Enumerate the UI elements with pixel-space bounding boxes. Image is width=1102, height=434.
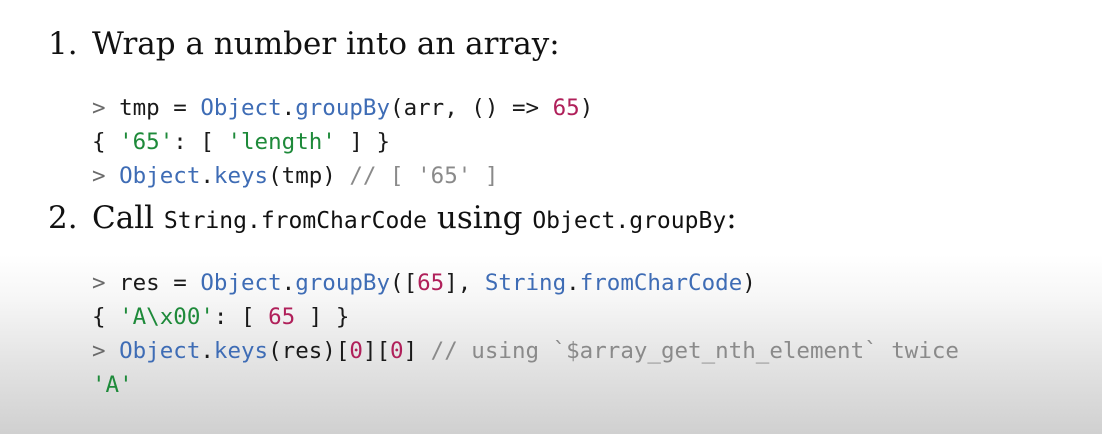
- code-token-str: '65': [119, 129, 174, 155]
- code-token-plain: ]: [403, 338, 431, 364]
- code-token-prompt: >: [92, 270, 120, 296]
- code-token-plain: ][: [362, 338, 391, 364]
- code-token-plain: .: [566, 270, 580, 296]
- item-1-heading: 1. Wrap a number into an array:: [48, 24, 560, 64]
- item-2-heading: 2. Call String.fromCharCode using Object.…: [48, 198, 737, 241]
- code-token-fn: keys: [213, 163, 269, 189]
- code-token-plain: .: [281, 95, 296, 121]
- code-token-prompt: >: [92, 95, 120, 121]
- code-token-plain: tmp =: [119, 95, 201, 121]
- code-token-plain: : [: [173, 129, 228, 155]
- code-token-num-lit: 65: [552, 95, 580, 121]
- code-token-plain: .: [200, 163, 214, 189]
- code-token-plain: .: [200, 338, 214, 364]
- item-2-heading-post: :: [726, 200, 737, 236]
- code-token-prompt: >: [92, 163, 120, 189]
- code-token-comment: // using `$array_get_nth_element` twice: [430, 338, 959, 364]
- code-token-fn: fromCharCode: [579, 270, 743, 296]
- code-token-plain: {: [92, 304, 120, 330]
- code-token-plain: ([: [390, 270, 418, 296]
- code-line: > Object.keys(tmp) // [ '65' ]: [92, 159, 593, 193]
- code-token-fn: groupBy: [295, 270, 391, 296]
- code-token-plain: res =: [119, 270, 201, 296]
- code-line: > res = Object.groupBy([65], String.from…: [92, 266, 959, 300]
- code-token-str: 'A\x00': [119, 304, 214, 330]
- code-token-fn: Object: [200, 95, 282, 121]
- item-2-heading-mid: using: [427, 200, 533, 236]
- code-token-plain: ] }: [295, 304, 350, 330]
- item-2-code-block: > res = Object.groupBy([65], String.from…: [92, 266, 959, 402]
- code-token-prompt: >: [92, 338, 120, 364]
- code-token-num-lit: 0: [349, 338, 363, 364]
- code-token-fn: keys: [213, 338, 269, 364]
- code-token-str: 'A': [92, 372, 133, 398]
- code-token-plain: (tmp): [268, 163, 350, 189]
- code-line: { '65': [ 'length' ] }: [92, 125, 593, 159]
- code-token-num-lit: 65: [268, 304, 296, 330]
- item-2-heading-pre: Call: [92, 200, 164, 236]
- code-token-num-lit: 65: [417, 270, 445, 296]
- code-token-plain: {: [92, 129, 120, 155]
- code-token-fn: Object: [119, 338, 201, 364]
- code-token-plain: ],: [444, 270, 485, 296]
- code-token-plain: ] }: [335, 129, 391, 155]
- item-2-heading-code-string-fromcharcode: String.fromCharCode: [163, 208, 427, 234]
- code-token-plain: .: [281, 270, 296, 296]
- code-token-plain: ): [579, 95, 594, 121]
- code-line: { 'A\x00': [ 65 ] }: [92, 300, 959, 334]
- code-token-fn: String: [484, 270, 567, 296]
- code-token-fn: groupBy: [295, 95, 391, 121]
- code-token-fn: Object: [119, 163, 201, 189]
- slide: 1. Wrap a number into an array: > tmp = O…: [0, 0, 1102, 434]
- code-token-str: 'length': [227, 129, 336, 155]
- code-token-fn: Object: [200, 270, 282, 296]
- code-token-num-lit: 0: [390, 338, 404, 364]
- code-line: > Object.keys(res)[0][0] // using `$arra…: [92, 334, 959, 368]
- item-2-heading-code-object-groupby: Object.groupBy: [532, 208, 727, 234]
- item-1-code-block: > tmp = Object.groupBy(arr, () => 65){ '…: [92, 91, 593, 193]
- code-token-plain: (arr, () =>: [390, 95, 553, 121]
- item-1-number: 1.: [48, 26, 78, 62]
- code-token-plain: (res)[: [268, 338, 350, 364]
- code-line: 'A': [92, 368, 959, 402]
- code-token-plain: ): [742, 270, 756, 296]
- code-line: > tmp = Object.groupBy(arr, () => 65): [92, 91, 593, 125]
- item-2-number: 2.: [48, 200, 78, 236]
- code-token-plain: : [: [213, 304, 269, 330]
- item-1-heading-text: Wrap a number into an array:: [92, 26, 560, 62]
- code-token-comment: // [ '65' ]: [349, 163, 499, 189]
